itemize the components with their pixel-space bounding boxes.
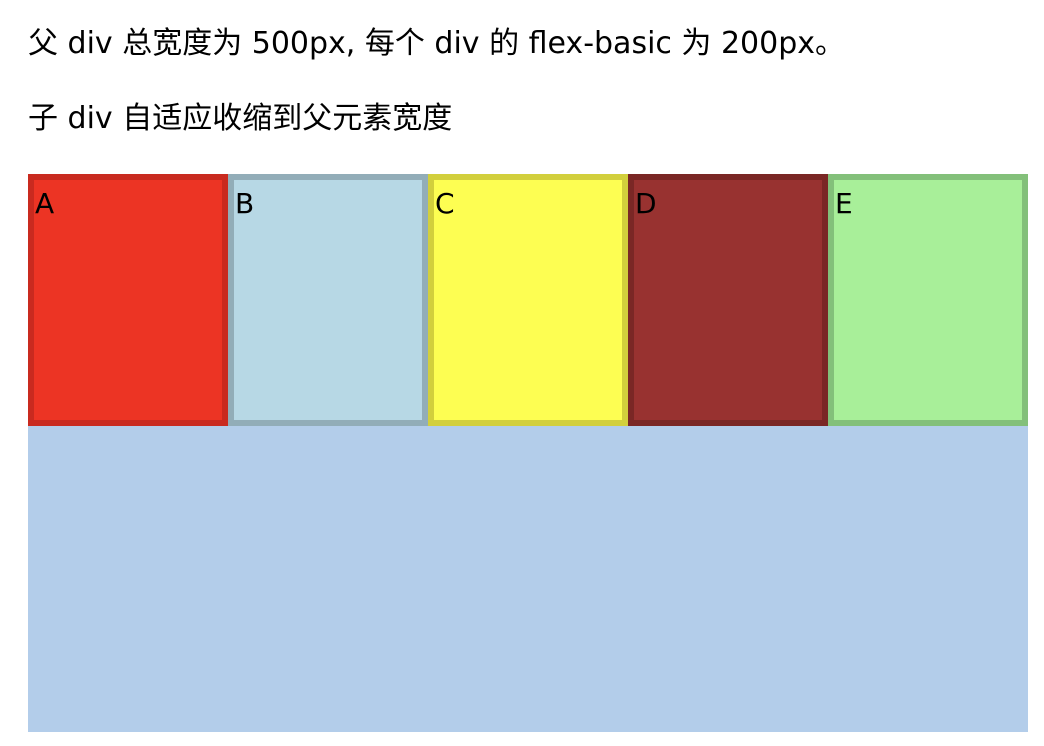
- flex-child-c: C: [428, 174, 628, 426]
- flex-child-d: D: [628, 174, 828, 426]
- flex-parent-container: A B C D E: [28, 174, 1028, 732]
- description-line-1: 父 div 总宽度为 500px, 每个 div 的 flex-basic 为 …: [28, 26, 846, 61]
- flex-child-b: B: [228, 174, 428, 426]
- flex-child-e: E: [828, 174, 1028, 426]
- flex-child-a: A: [28, 174, 228, 426]
- description-line-2: 子 div 自适应收缩到父元素宽度: [28, 101, 453, 136]
